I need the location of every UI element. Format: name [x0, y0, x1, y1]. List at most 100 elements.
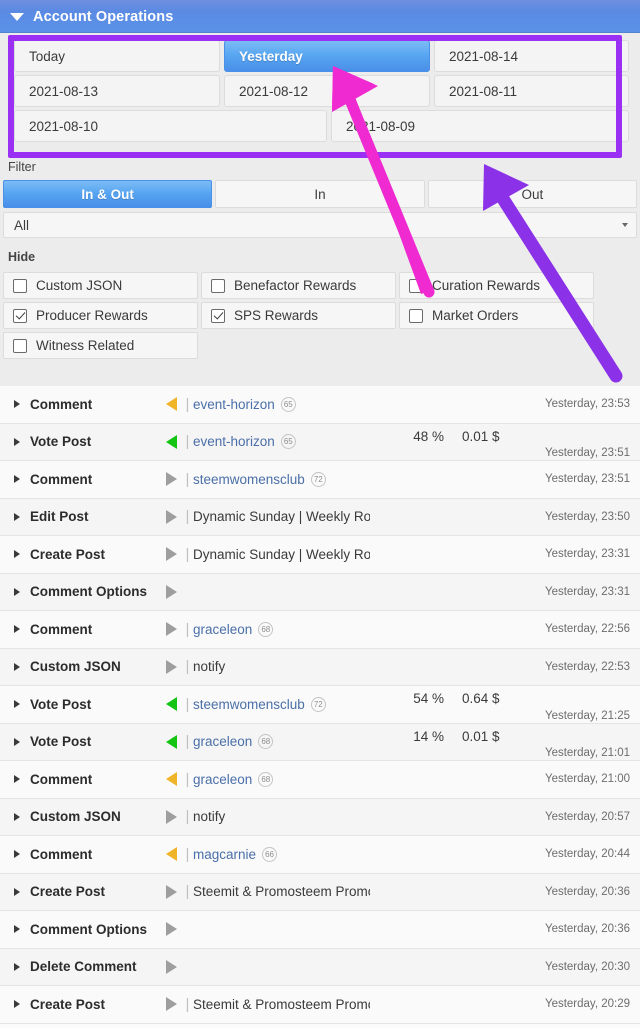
outgoing-triangle-icon	[160, 884, 182, 899]
date-button[interactable]: Today	[14, 40, 220, 72]
operation-row[interactable]: Custom JSON | notify Yesterday, 20:57	[0, 798, 640, 836]
reputation-badge: 68	[258, 621, 274, 637]
separator-pipe: |	[185, 433, 190, 451]
date-button[interactable]: 2021-08-11	[434, 75, 629, 107]
checkbox-unchecked-icon[interactable]	[409, 308, 423, 323]
operation-type-select[interactable]: All	[3, 212, 637, 238]
operation-type-select-value: All	[14, 217, 30, 233]
operation-timestamp: Yesterday, 22:56	[544, 623, 630, 636]
date-button[interactable]: Yesterday	[224, 40, 430, 72]
operation-timestamp: Yesterday, 20:36	[544, 923, 630, 936]
operation-row[interactable]: Comment | graceleon 68 Yesterday, 21:00	[0, 761, 640, 799]
operation-timestamp: Yesterday, 20:44	[544, 848, 630, 861]
expand-triangle-icon[interactable]	[14, 887, 20, 896]
date-button[interactable]: 2021-08-13	[14, 75, 220, 107]
operation-timestamp: Yesterday, 21:01	[544, 747, 630, 759]
operation-row[interactable]: Comment Options Yesterday, 23:31	[0, 573, 640, 611]
hide-option-row: Custom JSON Benefactor Rewards Curation Re…	[3, 272, 637, 299]
operations-list[interactable]: Comment | event-horizon 65 Yesterday, 23:53 V…	[0, 386, 640, 1028]
hide-checkbox-market-orders[interactable]: Market Orders	[399, 302, 594, 329]
hide-checkbox-witness-related[interactable]: Witness Related	[3, 332, 198, 359]
expand-triangle-icon[interactable]	[14, 475, 20, 484]
operation-timestamp: Yesterday, 23:31	[544, 548, 630, 561]
checkbox-checked-icon[interactable]	[211, 308, 225, 323]
expand-triangle-icon[interactable]	[14, 962, 20, 971]
date-button[interactable]: 2021-08-09	[331, 110, 629, 142]
direction-filter-in-out[interactable]: In & Out	[3, 180, 213, 208]
operation-timestamp: Yesterday, 20:29	[544, 998, 630, 1011]
hide-checkbox-producer-rewards[interactable]: Producer Rewards	[3, 302, 198, 329]
operation-row[interactable]: Comment | magcarnie 66 Yesterday, 20:44	[0, 836, 640, 874]
panel-header[interactable]: Account Operations	[0, 0, 640, 33]
operation-timestamp: Yesterday, 22:53	[544, 660, 630, 673]
operation-name: Comment	[30, 621, 93, 637]
operation-row[interactable]: Create Post |Dynamic Sunday | Weekly Rout…	[0, 536, 640, 574]
direction-filter-in[interactable]: In	[215, 180, 425, 208]
expand-triangle-icon[interactable]	[14, 625, 20, 634]
account-link[interactable]: event-horizon 65	[193, 396, 370, 412]
expand-triangle-icon[interactable]	[14, 737, 20, 746]
operation-row[interactable]: Comment | steemwomensclub 72 Yesterday, 23:5…	[0, 461, 640, 499]
operation-name: Create Post	[30, 996, 106, 1012]
expand-triangle-icon[interactable]	[14, 850, 20, 859]
operation-timestamp: Yesterday, 21:00	[544, 773, 630, 786]
date-button[interactable]: 2021-08-14	[434, 40, 629, 72]
expand-triangle-icon[interactable]	[14, 437, 20, 446]
operation-row[interactable]: Comment | event-horizon 65 Yesterday, 23:53	[0, 386, 640, 424]
checkbox-unchecked-icon[interactable]	[211, 278, 225, 293]
account-link[interactable]: steemwomensclub 72	[193, 471, 370, 487]
operation-name: Vote Post	[30, 734, 92, 750]
operation-row[interactable]: Vote Post | steemwomensclub 72 54 % 0.64 $ Yes…	[0, 686, 640, 724]
operation-row[interactable]: Edit Post |Dynamic Sunday | Weekly Routin…	[0, 498, 640, 536]
date-button[interactable]: 2021-08-12	[224, 75, 430, 107]
subject-text: graceleon	[193, 771, 253, 787]
hide-checkbox-benefactor-rewards[interactable]: Benefactor Rewards	[201, 272, 396, 299]
checkbox-unchecked-icon[interactable]	[409, 278, 423, 293]
operation-row[interactable]: Comment | graceleon 68 Yesterday, 22:56	[0, 611, 640, 649]
hide-options-group: Custom JSON Benefactor Rewards Curation Re…	[3, 272, 637, 362]
account-link[interactable]: graceleon 68	[193, 621, 370, 637]
expand-triangle-icon[interactable]	[14, 925, 20, 934]
expand-triangle-icon[interactable]	[14, 662, 20, 671]
hide-checkbox-sps-rewards[interactable]: SPS Rewards	[201, 302, 396, 329]
expand-triangle-icon[interactable]	[14, 700, 20, 709]
account-link[interactable]: magcarnie 66	[193, 846, 370, 862]
separator-pipe: |	[185, 695, 190, 713]
expand-triangle-icon[interactable]	[14, 812, 20, 821]
expand-triangle-icon[interactable]	[14, 775, 20, 784]
triangle-down-icon[interactable]	[10, 12, 24, 21]
operation-row[interactable]: Delete Comment Yesterday, 20:30	[0, 948, 640, 986]
operation-name: Vote Post	[30, 696, 92, 712]
operation-row[interactable]: Comment Options Yesterday, 20:36	[0, 911, 640, 949]
expand-triangle-icon[interactable]	[14, 400, 20, 409]
operation-name: Vote Post	[30, 434, 92, 450]
operation-row[interactable]: Create Post |Steemit & Promosteem Promoti…	[0, 873, 640, 911]
operation-timestamp: Yesterday, 20:57	[544, 810, 630, 823]
hide-checkbox-curation-rewards[interactable]: Curation Rewards	[399, 272, 594, 299]
account-link[interactable]: event-horizon 65	[193, 434, 370, 450]
separator-pipe: |	[185, 470, 190, 488]
hide-option-row: Producer Rewards SPS Rewards Market Orders	[3, 302, 637, 329]
date-button[interactable]: 2021-08-10	[14, 110, 327, 142]
expand-triangle-icon[interactable]	[14, 1000, 20, 1009]
checkbox-checked-icon[interactable]	[13, 308, 27, 323]
expand-triangle-icon[interactable]	[14, 587, 20, 596]
account-link[interactable]: graceleon 68	[193, 771, 370, 787]
expand-triangle-icon[interactable]	[14, 550, 20, 559]
operation-row[interactable]: Vote Post | event-horizon 65 48 % 0.01 $ Yeste…	[0, 423, 640, 461]
value-amount: 0.64 $	[462, 691, 500, 707]
subject-text: graceleon	[193, 734, 253, 750]
operation-row[interactable]: Custom JSON | notify Yesterday, 22:53	[0, 648, 640, 686]
expand-triangle-icon[interactable]	[14, 512, 20, 521]
operation-row[interactable]: Vote Post | graceleon 68 14 % 0.01 $ Yesterday…	[0, 723, 640, 761]
hide-checkbox-label: Benefactor Rewards	[234, 278, 357, 293]
account-link[interactable]: graceleon 68	[193, 734, 370, 750]
operation-timestamp: Yesterday, 23:51	[544, 447, 630, 459]
checkbox-unchecked-icon[interactable]	[13, 338, 27, 353]
direction-filter-out[interactable]: Out	[427, 180, 637, 208]
checkbox-unchecked-icon[interactable]	[13, 278, 27, 293]
date-selector-region: Today Yesterday 2021-08-14 2021-08-13 2021-0…	[0, 33, 640, 160]
account-link[interactable]: steemwomensclub 72	[193, 696, 370, 712]
hide-checkbox-custom-json[interactable]: Custom JSON	[3, 272, 198, 299]
operation-row[interactable]: Create Post |Steemit & Promosteem Promoti…	[0, 986, 640, 1024]
